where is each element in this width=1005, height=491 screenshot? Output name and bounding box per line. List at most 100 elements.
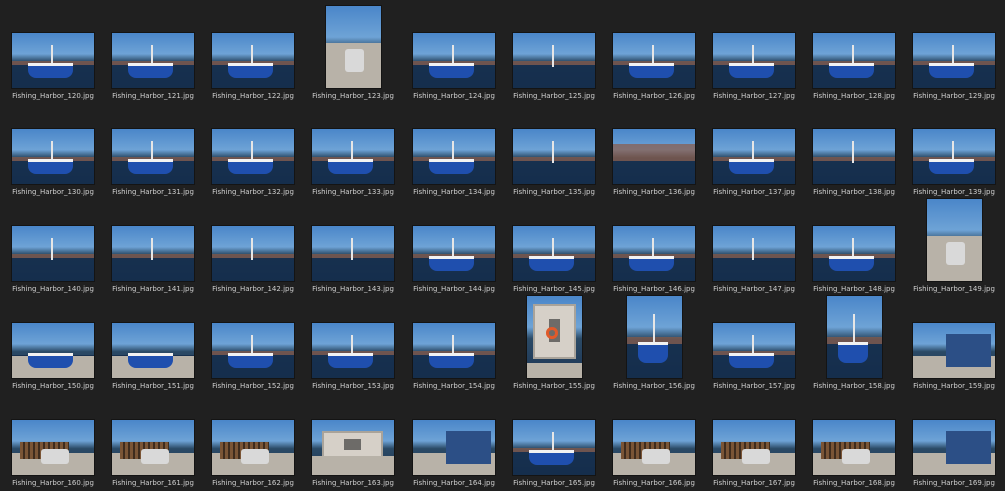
image-thumbnail[interactable] [212,323,294,378]
image-thumbnail[interactable] [112,323,194,378]
file-tile[interactable]: Fishing_Harbor_140.jpg [3,199,103,297]
file-tile[interactable]: Fishing_Harbor_142.jpg [203,199,303,297]
file-tile[interactable]: Fishing_Harbor_137.jpg [704,102,804,200]
file-tile[interactable]: Fishing_Harbor_166.jpg [604,393,704,491]
file-tile[interactable]: Fishing_Harbor_163.jpg [303,393,403,491]
file-tile[interactable]: Fishing_Harbor_150.jpg [3,296,103,394]
image-thumbnail[interactable] [413,129,495,184]
file-tile[interactable]: Fishing_Harbor_151.jpg [103,296,203,394]
file-tile[interactable]: Fishing_Harbor_129.jpg [904,6,1004,104]
file-tile[interactable]: Fishing_Harbor_145.jpg [504,199,604,297]
image-thumbnail[interactable] [913,323,995,378]
image-thumbnail[interactable] [713,226,795,281]
file-tile[interactable]: Fishing_Harbor_169.jpg [904,393,1004,491]
image-thumbnail[interactable] [813,129,895,184]
file-tile[interactable]: Fishing_Harbor_152.jpg [203,296,303,394]
file-tile[interactable]: Fishing_Harbor_143.jpg [303,199,403,297]
image-thumbnail[interactable] [613,226,695,281]
image-thumbnail[interactable] [12,33,94,88]
file-tile[interactable]: Fishing_Harbor_124.jpg [404,6,504,104]
thumbnail-frame [604,296,704,378]
image-thumbnail[interactable] [325,6,381,88]
file-tile[interactable]: Fishing_Harbor_125.jpg [504,6,604,104]
image-thumbnail[interactable] [526,296,582,378]
file-name-label: Fishing_Harbor_139.jpg [913,188,995,196]
image-thumbnail[interactable] [312,129,394,184]
file-tile[interactable]: Fishing_Harbor_159.jpg [904,296,1004,394]
file-tile[interactable]: Fishing_Harbor_161.jpg [103,393,203,491]
file-tile[interactable]: Fishing_Harbor_130.jpg [3,102,103,200]
file-tile[interactable]: Fishing_Harbor_131.jpg [103,102,203,200]
image-thumbnail[interactable] [513,226,595,281]
image-thumbnail[interactable] [413,33,495,88]
file-name-label: Fishing_Harbor_142.jpg [212,285,294,293]
file-tile[interactable]: Fishing_Harbor_123.jpg [303,6,403,104]
file-tile[interactable]: Fishing_Harbor_127.jpg [704,6,804,104]
image-thumbnail[interactable] [413,323,495,378]
image-thumbnail[interactable] [713,323,795,378]
file-tile[interactable]: Fishing_Harbor_120.jpg [3,6,103,104]
file-name-label: Fishing_Harbor_123.jpg [312,92,394,100]
file-tile[interactable]: Fishing_Harbor_138.jpg [804,102,904,200]
image-thumbnail[interactable] [312,323,394,378]
image-thumbnail[interactable] [12,129,94,184]
file-tile[interactable]: Fishing_Harbor_134.jpg [404,102,504,200]
file-tile[interactable]: Fishing_Harbor_132.jpg [203,102,303,200]
file-tile[interactable]: Fishing_Harbor_147.jpg [704,199,804,297]
file-tile[interactable]: Fishing_Harbor_121.jpg [103,6,203,104]
image-thumbnail[interactable] [12,226,94,281]
image-thumbnail[interactable] [826,296,882,378]
image-thumbnail[interactable] [212,33,294,88]
file-tile[interactable]: Fishing_Harbor_158.jpg [804,296,904,394]
file-tile[interactable]: Fishing_Harbor_139.jpg [904,102,1004,200]
file-tile[interactable]: Fishing_Harbor_153.jpg [303,296,403,394]
file-tile[interactable]: Fishing_Harbor_146.jpg [604,199,704,297]
image-thumbnail[interactable] [513,33,595,88]
image-thumbnail[interactable] [913,33,995,88]
file-tile[interactable]: Fishing_Harbor_141.jpg [103,199,203,297]
file-tile[interactable]: Fishing_Harbor_122.jpg [203,6,303,104]
file-tile[interactable]: Fishing_Harbor_167.jpg [704,393,804,491]
image-thumbnail[interactable] [613,129,695,184]
file-tile[interactable]: Fishing_Harbor_168.jpg [804,393,904,491]
file-tile[interactable]: Fishing_Harbor_144.jpg [404,199,504,297]
file-tile[interactable]: Fishing_Harbor_148.jpg [804,199,904,297]
image-thumbnail[interactable] [212,226,294,281]
file-tile[interactable]: Fishing_Harbor_126.jpg [604,6,704,104]
file-tile[interactable]: Fishing_Harbor_157.jpg [704,296,804,394]
image-thumbnail[interactable] [813,33,895,88]
thumbnail-frame [804,199,904,281]
file-tile[interactable]: Fishing_Harbor_160.jpg [3,393,103,491]
file-name-label: Fishing_Harbor_134.jpg [413,188,495,196]
file-tile[interactable]: Fishing_Harbor_149.jpg [904,199,1004,297]
file-tile[interactable]: Fishing_Harbor_155.jpg [504,296,604,394]
image-thumbnail[interactable] [813,226,895,281]
image-thumbnail[interactable] [613,33,695,88]
image-thumbnail[interactable] [312,226,394,281]
file-tile[interactable]: Fishing_Harbor_164.jpg [404,393,504,491]
file-name-label: Fishing_Harbor_163.jpg [312,479,394,487]
file-tile[interactable]: Fishing_Harbor_162.jpg [203,393,303,491]
image-thumbnail[interactable] [112,129,194,184]
file-tile[interactable]: Fishing_Harbor_154.jpg [404,296,504,394]
image-thumbnail[interactable] [913,129,995,184]
file-tile[interactable]: Fishing_Harbor_136.jpg [604,102,704,200]
file-tile[interactable]: Fishing_Harbor_165.jpg [504,393,604,491]
image-thumbnail[interactable] [713,33,795,88]
image-thumbnail[interactable] [626,296,682,378]
file-tile[interactable]: Fishing_Harbor_133.jpg [303,102,403,200]
image-thumbnail[interactable] [713,129,795,184]
file-tile[interactable]: Fishing_Harbor_135.jpg [504,102,604,200]
image-thumbnail[interactable] [513,129,595,184]
file-tile[interactable]: Fishing_Harbor_128.jpg [804,6,904,104]
thumbnail-frame [203,6,303,88]
file-tile[interactable]: Fishing_Harbor_156.jpg [604,296,704,394]
file-name-label: Fishing_Harbor_140.jpg [12,285,94,293]
image-thumbnail[interactable] [212,129,294,184]
image-thumbnail[interactable] [112,226,194,281]
image-thumbnail[interactable] [926,199,982,281]
image-thumbnail[interactable] [12,323,94,378]
thumbnail-frame [103,6,203,88]
image-thumbnail[interactable] [413,226,495,281]
image-thumbnail[interactable] [112,33,194,88]
